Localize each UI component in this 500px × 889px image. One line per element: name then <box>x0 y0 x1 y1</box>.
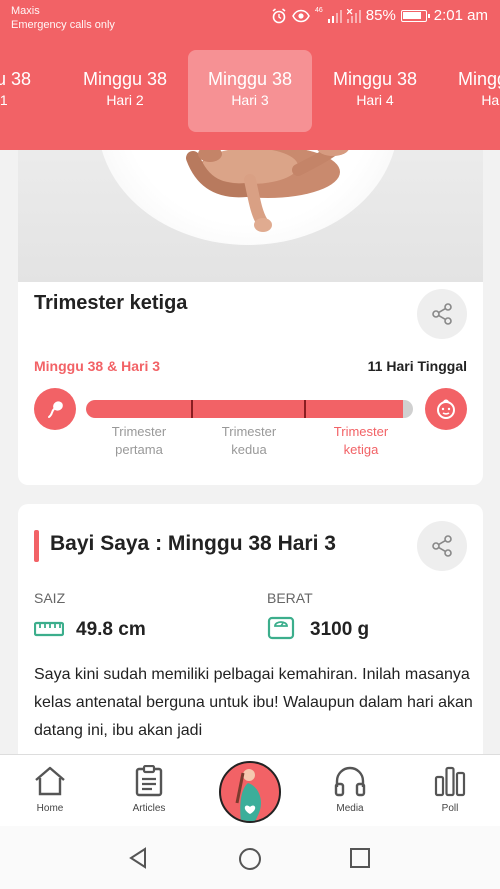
tab-week-label: Minggu 38 <box>207 69 293 89</box>
trimester-label-line: pertama <box>115 442 163 457</box>
birth-icon <box>425 388 467 430</box>
fetus-image <box>18 150 483 282</box>
app-header: Maxis Emergency calls only 46 85% 2:01 a… <box>0 0 500 150</box>
trimester-label-line: Trimester <box>221 424 277 439</box>
tab-week-label: Minggu 38 <box>457 69 500 89</box>
pregnant-woman-icon <box>235 769 261 821</box>
home-icon <box>35 766 65 796</box>
progress-fill <box>86 400 404 418</box>
bottom-nav: Home Articles Media Poll <box>0 754 500 826</box>
bar-chart-icon <box>434 766 466 797</box>
signal-icon <box>327 9 342 23</box>
nav-poll[interactable]: Poll <box>415 765 485 814</box>
home-nav-icon[interactable] <box>238 847 262 871</box>
trimester-title: Trimester ketiga <box>34 292 188 314</box>
nav-home[interactable]: Home <box>15 765 85 814</box>
tab-day-label: Hari 1 <box>0 92 8 108</box>
day-tabs: Minggu 38 Hari 1 Minggu 38 Hari 2 Minggu… <box>0 50 500 134</box>
pregnancy-center-button[interactable] <box>219 761 281 823</box>
size-value: 49.8 cm <box>76 619 146 640</box>
recents-icon[interactable] <box>350 848 370 868</box>
eye-icon <box>292 9 310 22</box>
main-content[interactable]: Trimester ketiga Minggu 38 & Hari 3 11 H… <box>0 150 500 754</box>
share-icon <box>432 303 452 325</box>
carrier-name: Maxis <box>11 5 40 17</box>
baby-description: Saya kini sudah memiliki pelbagai kemahi… <box>34 666 473 739</box>
share-button[interactable] <box>417 289 467 339</box>
fetus-illustration <box>186 150 349 232</box>
trimester-divider <box>191 400 193 418</box>
trimester-label-line: Trimester <box>111 424 167 439</box>
battery-percent: 85% <box>365 7 396 24</box>
trimester-label-line: Trimester <box>333 424 389 439</box>
tab-day-label: Hari 5 <box>481 92 500 108</box>
alarm-icon <box>272 7 286 23</box>
tab-week-label: Minggu 38 <box>82 69 168 89</box>
tab-week-label: Minggu 38 <box>332 69 418 89</box>
current-week-day: Minggu 38 & Hari 3 <box>34 358 161 374</box>
tab-day-label: Hari 2 <box>106 92 144 108</box>
system-nav-bar <box>0 826 500 889</box>
trimester-label-third: Trimester ketiga <box>316 423 406 459</box>
conception-icon <box>34 388 76 430</box>
weight-label: BERAT <box>267 590 313 606</box>
tab-week-label: Minggu 38 <box>0 69 32 89</box>
back-icon[interactable] <box>127 847 149 869</box>
baby-title: Bayi Saya : Minggu 38 Hari 3 <box>50 532 336 555</box>
tab-day-label: Hari 3 <box>231 92 269 108</box>
tab-day-label: Hari 4 <box>356 92 394 108</box>
share-icon <box>432 535 452 557</box>
baby-face-icon <box>437 399 455 419</box>
baby-card: Bayi Saya : Minggu 38 Hari 3 SAIZ 49.8 c… <box>18 504 483 754</box>
trimester-label-line: ketiga <box>343 442 379 457</box>
share-button[interactable] <box>417 521 467 571</box>
trimester-progress-bar <box>86 400 413 418</box>
carrier-info: Maxis Emergency calls only <box>11 4 115 32</box>
nav-articles[interactable]: Articles <box>114 765 184 814</box>
nav-media[interactable]: Media <box>315 765 385 814</box>
carrier-sub: Emergency calls only <box>11 19 115 31</box>
sperm-icon <box>48 401 63 418</box>
tab-day-3[interactable]: Minggu 38 Hari 3 <box>188 50 312 132</box>
tab-day-4[interactable]: Minggu 38 Hari 4 <box>313 50 437 132</box>
size-label: SAIZ <box>34 590 66 606</box>
ruler-icon <box>34 621 64 637</box>
clipboard-icon <box>135 765 163 797</box>
days-remaining: 11 Hari Tinggal <box>367 358 467 374</box>
scale-icon <box>267 616 295 640</box>
tab-day-2[interactable]: Minggu 38 Hari 2 <box>63 50 187 132</box>
trimester-card: Trimester ketiga Minggu 38 & Hari 3 11 H… <box>18 150 483 485</box>
clock: 2:01 am <box>433 7 488 24</box>
trimester-label-first: Trimester pertama <box>94 423 184 459</box>
tab-day-5[interactable]: Minggu 38 Hari 5 <box>438 50 500 132</box>
no-signal-icon <box>346 8 361 23</box>
nav-poll-label: Poll <box>441 803 459 814</box>
status-bar: Maxis Emergency calls only 46 85% 2:01 a… <box>0 0 500 38</box>
tab-day-1[interactable]: Minggu 38 Hari 1 <box>0 50 51 132</box>
status-icons: 46 85% 2:01 am <box>271 7 488 24</box>
weight-value: 3100 g <box>310 619 370 640</box>
trimester-divider <box>304 400 306 418</box>
nav-home-label: Home <box>36 803 64 814</box>
headphones-icon <box>334 766 366 797</box>
trimester-label-line: kedua <box>231 442 267 457</box>
network-type: 46 <box>314 7 323 14</box>
nav-articles-label: Articles <box>132 803 166 814</box>
trimester-label-second: Trimester kedua <box>204 423 294 459</box>
nav-media-label: Media <box>336 803 364 814</box>
title-accent <box>34 530 39 562</box>
battery-icon <box>400 9 430 22</box>
